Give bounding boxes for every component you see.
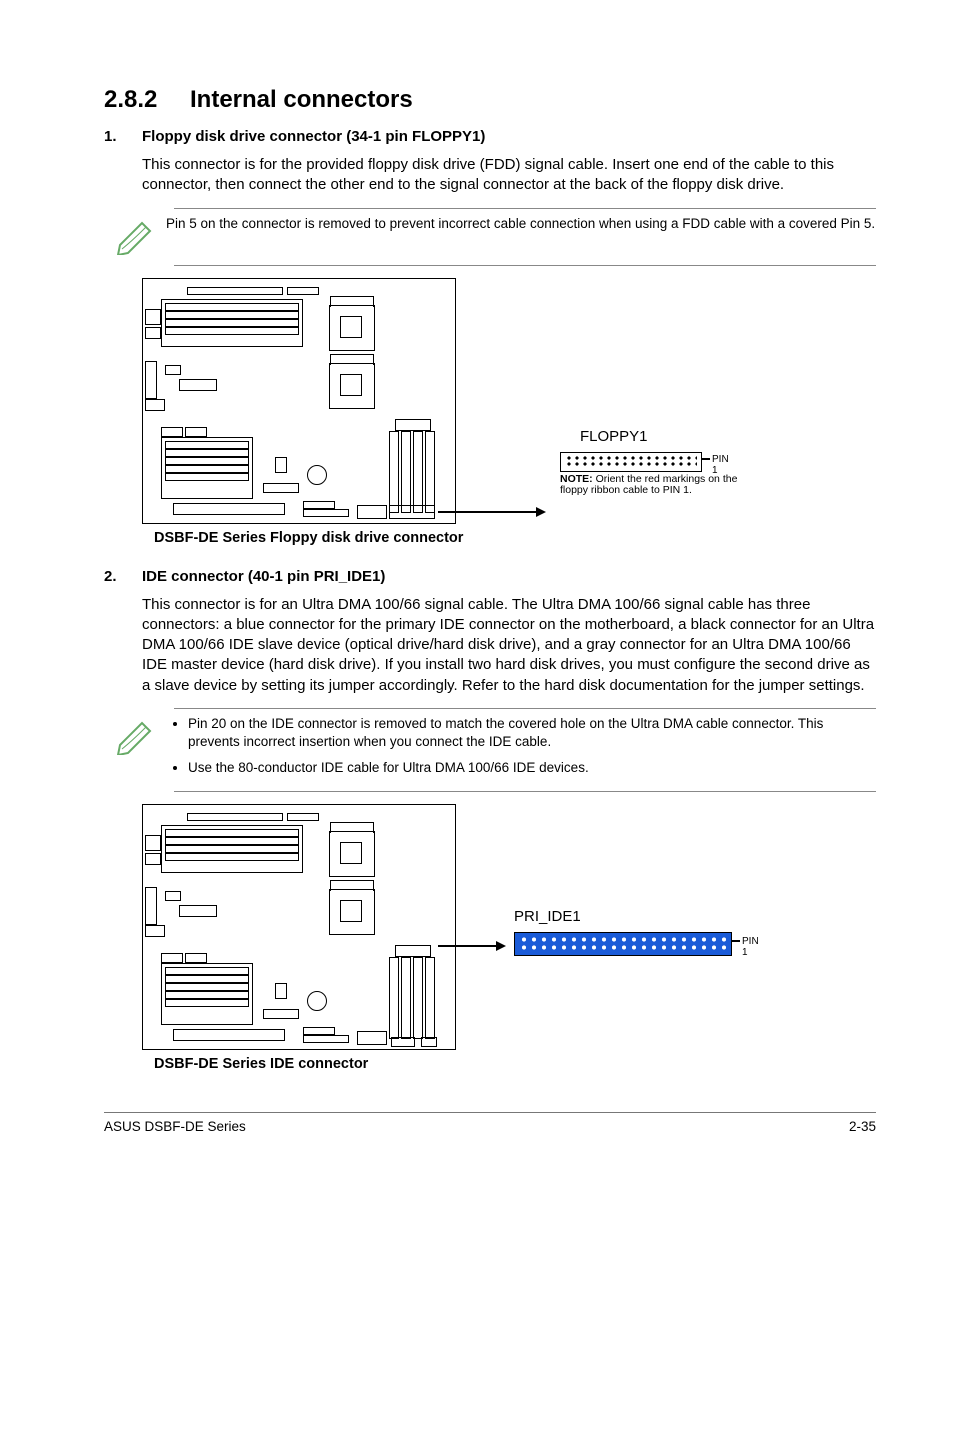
item1-note-text: Pin 5 on the connector is removed to pre… (166, 215, 875, 233)
item2-heading: 2. IDE connector (40-1 pin PRI_IDE1) (104, 568, 876, 585)
item2-note-list: Pin 20 on the IDE connector is removed t… (166, 715, 876, 786)
floppy-connector-note: NOTE: Orient the red markings on the flo… (560, 474, 740, 497)
section-number: 2.8.2 (104, 86, 190, 114)
item2-body: This connector is for an Ultra DMA 100/6… (104, 595, 876, 696)
ide-connector-graphic (514, 932, 732, 956)
item1-title: Floppy disk drive connector (34-1 pin FL… (142, 128, 485, 145)
section-heading: 2.8.2Internal connectors (104, 86, 876, 114)
note-pencil-icon (104, 715, 166, 755)
floppy-connector-label: FLOPPY1 (580, 428, 648, 445)
section-title: Internal connectors (190, 86, 413, 113)
item2-note: Pin 20 on the IDE connector is removed t… (174, 708, 876, 793)
motherboard-outline (142, 278, 456, 524)
ide-pin1-label: PIN 1 (742, 936, 766, 958)
item2-title: IDE connector (40-1 pin PRI_IDE1) (142, 568, 385, 585)
floppy-note-bold: NOTE: (560, 473, 593, 485)
item2-note-li2: Use the 80-conductor IDE cable for Ultra… (188, 759, 876, 777)
footer-left: ASUS DSBF-DE Series (104, 1119, 246, 1134)
floppy-connector-graphic (560, 452, 702, 472)
footer-right: 2-35 (849, 1119, 876, 1134)
ide-diagram: PRI_IDE1 PIN 1 DSBF-DE Series IDE connec… (142, 804, 876, 1072)
ide-connector-label: PRI_IDE1 (514, 908, 581, 925)
page-footer: ASUS DSBF-DE Series 2-35 (104, 1112, 876, 1134)
motherboard-outline-2 (142, 804, 456, 1050)
item2-note-li1: Pin 20 on the IDE connector is removed t… (188, 715, 876, 751)
item2-number: 2. (104, 568, 142, 585)
item1-note: Pin 5 on the connector is removed to pre… (174, 208, 876, 266)
item1-heading: 1. Floppy disk drive connector (34-1 pin… (104, 128, 876, 145)
ide-diagram-caption: DSBF-DE Series IDE connector (154, 1056, 876, 1072)
item1-number: 1. (104, 128, 142, 145)
item1-body: This connector is for the provided flopp… (104, 155, 876, 196)
floppy-diagram-caption: DSBF-DE Series Floppy disk drive connect… (154, 530, 876, 546)
floppy-diagram: FLOPPY1 PIN 1 NOTE: Orient the red marki… (142, 278, 876, 546)
note-pencil-icon (104, 215, 166, 255)
